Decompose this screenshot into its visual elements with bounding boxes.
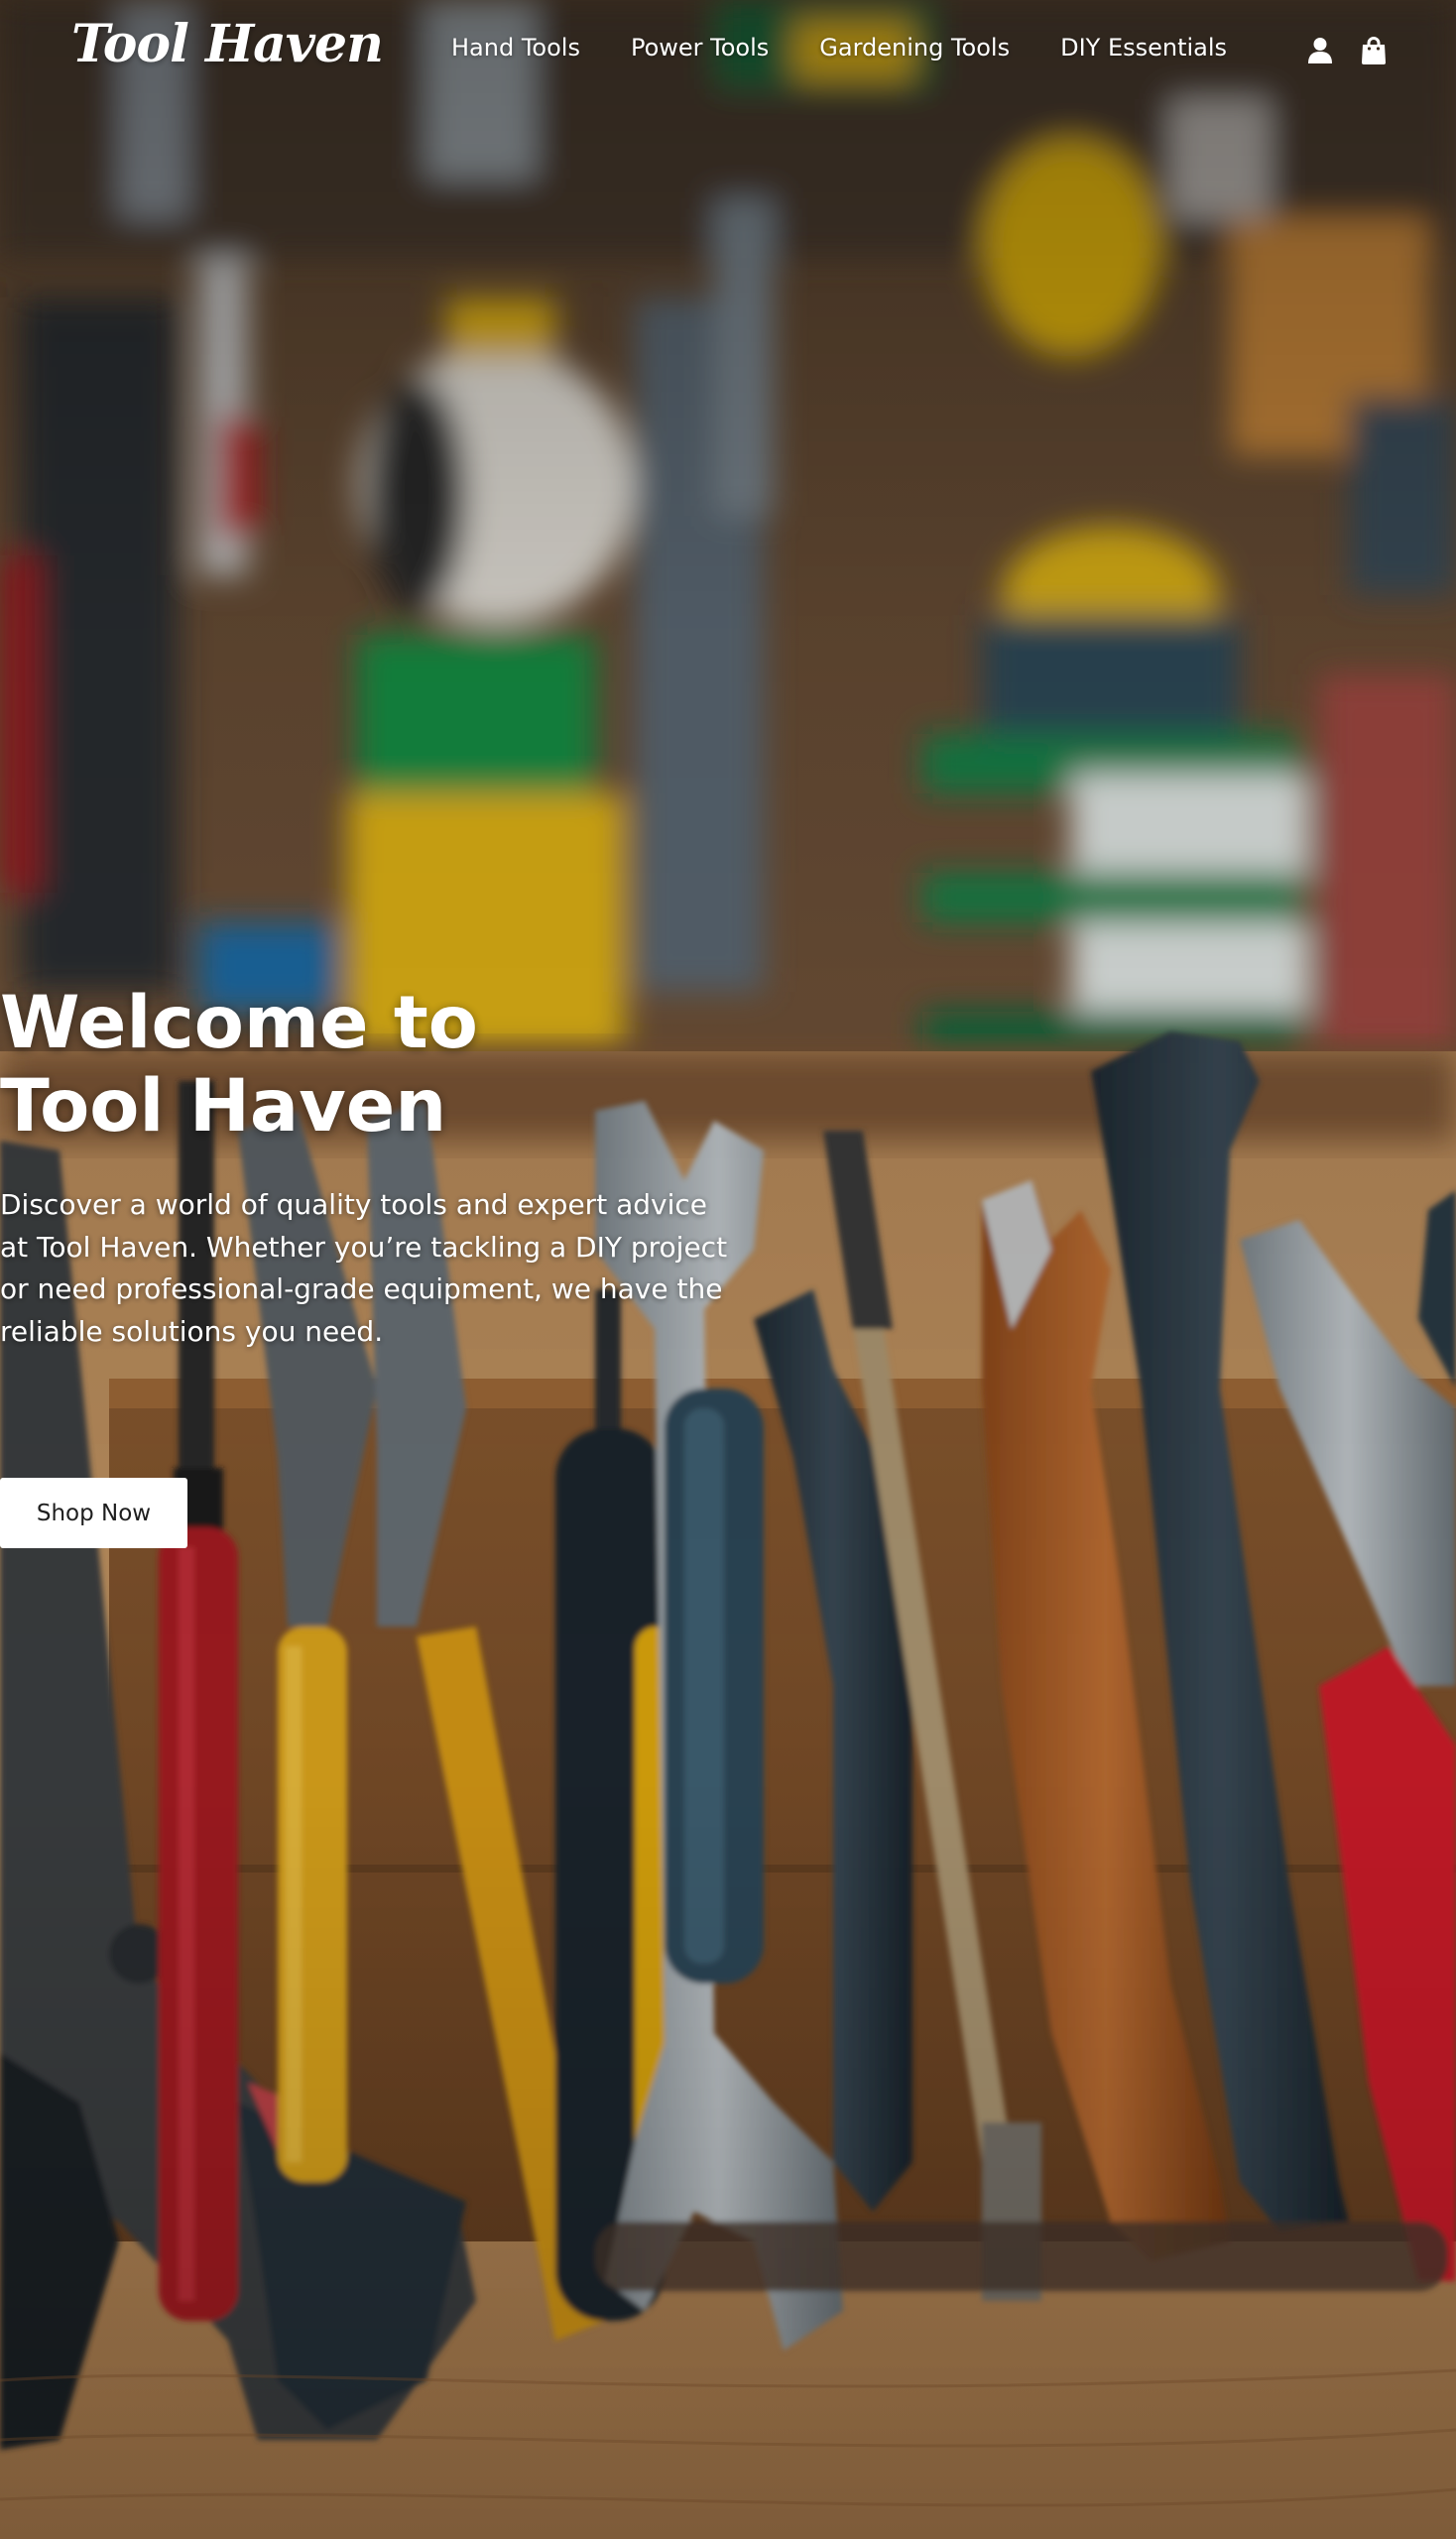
main-nav: Hand Tools Power Tools Gardening Tools D… — [451, 34, 1227, 61]
site-header: Tool Haven Hand Tools Power Tools Garden… — [0, 0, 1456, 103]
shopping-bag-icon[interactable] — [1359, 36, 1389, 65]
user-icon[interactable] — [1305, 36, 1335, 65]
header-actions — [1305, 36, 1389, 65]
hero-section: Welcome to Tool Haven Discover a world o… — [0, 982, 754, 1353]
hero-title: Welcome to Tool Haven — [0, 981, 478, 1149]
shop-now-button[interactable]: Shop Now — [0, 1478, 187, 1548]
nav-gardening-tools[interactable]: Gardening Tools — [819, 34, 1010, 61]
nav-diy-essentials[interactable]: DIY Essentials — [1060, 34, 1227, 61]
nav-hand-tools[interactable]: Hand Tools — [451, 34, 580, 61]
site-logo[interactable]: Tool Haven — [71, 14, 384, 74]
hero-description: Discover a world of quality tools and ex… — [0, 1188, 728, 1348]
nav-power-tools[interactable]: Power Tools — [631, 34, 769, 61]
